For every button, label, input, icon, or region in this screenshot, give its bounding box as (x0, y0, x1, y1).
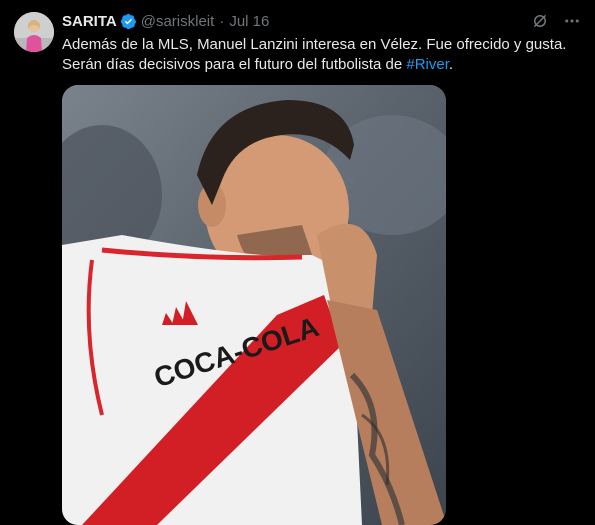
tweet-header: SARITA @sariskleit · Jul 16 (62, 11, 269, 31)
tweet-line-2: Serán días decisivos para el futuro del … (62, 55, 582, 75)
tweet-line-2-suffix: . (448, 56, 454, 73)
verified-badge-icon[interactable] (120, 13, 137, 30)
tweet-media-photo[interactable]: COCA-COLA (62, 85, 446, 525)
tweet-line-2-prefix: Serán días decisivos para el futuro del … (62, 56, 407, 73)
photo-of-football-player: COCA-COLA (62, 85, 446, 525)
tweet-date[interactable]: Jul 16 (229, 13, 269, 30)
more-options-icon[interactable] (563, 12, 581, 30)
avatar-image (14, 12, 54, 52)
tweet[interactable]: SARITA @sariskleit · Jul 16 Además de la… (0, 0, 595, 525)
author-handle[interactable]: @sariskleit (141, 13, 215, 30)
author-name[interactable]: SARITA (62, 13, 117, 30)
grok-icon[interactable] (531, 12, 549, 30)
tweet-text: Además de la MLS, Manuel Lanzini interes… (62, 35, 582, 75)
tweet-actions-top (531, 12, 581, 30)
avatar[interactable] (14, 12, 54, 52)
separator-dot: · (219, 12, 225, 30)
hashtag-link[interactable]: #River (406, 56, 449, 73)
tweet-line-1: Además de la MLS, Manuel Lanzini interes… (62, 36, 567, 53)
